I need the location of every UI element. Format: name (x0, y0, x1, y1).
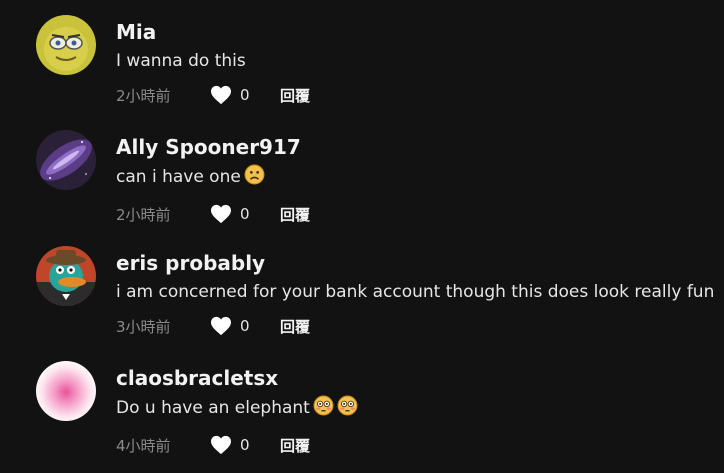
like-button[interactable]: 0 (210, 85, 270, 105)
comment-meta: 2小時前 0 回覆 (116, 202, 724, 226)
like-button[interactable]: 0 (210, 204, 270, 224)
comment-item: Mia I wanna do this 2小時前 0 回覆 (36, 15, 724, 120)
heart-icon (211, 316, 231, 336)
comment-meta: 4小時前 0 回覆 (116, 433, 724, 457)
comment-username[interactable]: claosbracletsx (116, 365, 724, 391)
comment-text-content: can i have one (116, 167, 241, 187)
reply-button[interactable]: 回覆 (280, 204, 310, 225)
comment-timestamp: 4小時前 (116, 436, 171, 455)
comment-text: I wanna do this (116, 49, 724, 73)
comment-timestamp: 3小時前 (116, 317, 171, 336)
comment-text-content: Do u have an elephant (116, 398, 310, 418)
avatar[interactable] (36, 130, 96, 190)
comment-timestamp: 2小時前 (116, 205, 171, 224)
comment-text-content: I wanna do this (116, 51, 246, 71)
like-count: 0 (240, 86, 250, 104)
heart-icon (211, 204, 231, 224)
flushed-face-emoji (313, 395, 334, 423)
comment-username[interactable]: Ally Spooner917 (116, 134, 724, 160)
comment-item: claosbracletsx Do u have an elephant 4小時… (36, 361, 724, 466)
comment-text: i am concerned for your bank account tho… (116, 280, 724, 304)
comment-text-content: i am concerned for your bank account tho… (116, 282, 715, 302)
avatar-image (36, 15, 96, 75)
comment-list: Mia I wanna do this 2小時前 0 回覆 Ally Spoon… (0, 0, 724, 473)
heart-icon (211, 435, 231, 455)
avatar[interactable] (36, 15, 96, 75)
comment-timestamp: 2小時前 (116, 86, 171, 105)
flushed-face-emoji (337, 395, 358, 423)
like-count: 0 (240, 205, 250, 223)
comment-item: eris probably i am concerned for your ba… (36, 246, 724, 351)
like-count: 0 (240, 317, 250, 335)
heart-icon (211, 85, 231, 105)
avatar-image (36, 130, 96, 190)
avatar[interactable] (36, 246, 96, 306)
reply-button[interactable]: 回覆 (280, 435, 310, 456)
like-button[interactable]: 0 (210, 316, 270, 336)
frowning-face-emoji (244, 164, 265, 192)
avatar[interactable] (36, 361, 96, 421)
comment-text: Do u have an elephant (116, 395, 724, 423)
comment-item: Ally Spooner917 can i have one 2小時前 0 回覆 (36, 130, 724, 235)
comment-username[interactable]: eris probably (116, 250, 724, 276)
reply-button[interactable]: 回覆 (280, 316, 310, 337)
reply-button[interactable]: 回覆 (280, 85, 310, 106)
comment-text: can i have one (116, 164, 724, 192)
comment-username[interactable]: Mia (116, 19, 724, 45)
avatar-image (36, 361, 96, 421)
avatar-image (36, 246, 96, 306)
comment-meta: 2小時前 0 回覆 (116, 83, 724, 107)
like-button[interactable]: 0 (210, 435, 270, 455)
like-count: 0 (240, 436, 250, 454)
comment-meta: 3小時前 0 回覆 (116, 314, 724, 338)
